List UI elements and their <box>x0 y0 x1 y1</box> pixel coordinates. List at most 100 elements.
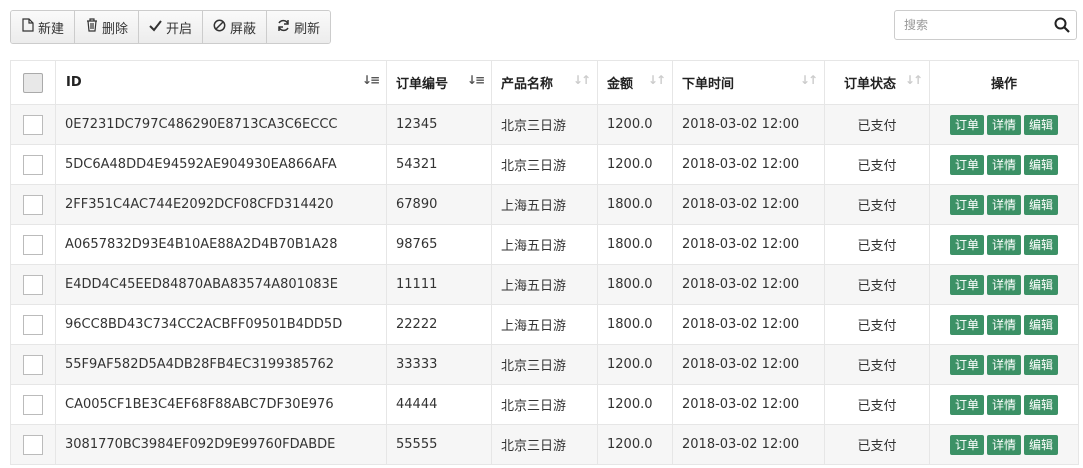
cell-product: 上海五日游 <box>491 264 598 305</box>
detail-button[interactable]: 详情 <box>986 314 1021 335</box>
row-select-cell <box>10 264 56 305</box>
order-button[interactable]: 订单 <box>949 274 984 295</box>
cell-id: 5DC6A48DD4E94592AE904930EA866AFA <box>55 144 387 185</box>
detail-button[interactable]: 详情 <box>986 434 1021 455</box>
order-button[interactable]: 订单 <box>949 194 984 215</box>
row-actions: 订单 详情 编辑 <box>939 314 1069 335</box>
delete-button[interactable]: 删除 <box>75 11 140 43</box>
cell-actions: 订单 详情 编辑 <box>929 104 1079 145</box>
new-button[interactable]: 新建 <box>11 11 76 43</box>
row-actions: 订单 详情 编辑 <box>939 234 1069 255</box>
order-button[interactable]: 订单 <box>949 354 984 375</box>
row-actions: 订单 详情 编辑 <box>939 194 1069 215</box>
row-checkbox[interactable] <box>23 114 43 135</box>
edit-button[interactable]: 编辑 <box>1024 234 1059 255</box>
row-checkbox[interactable] <box>23 194 43 215</box>
cell-product: 北京三日游 <box>491 104 598 145</box>
col-header-order-no[interactable]: 订单编号 ↓≡ <box>386 60 492 105</box>
row-checkbox[interactable] <box>23 274 43 295</box>
cell-time: 2018-03-02 12:00 <box>672 184 825 225</box>
detail-button[interactable]: 详情 <box>986 154 1021 175</box>
col-header-actions: 操作 <box>929 60 1079 105</box>
file-icon <box>21 18 34 36</box>
enable-button[interactable]: 开启 <box>139 11 204 43</box>
row-checkbox[interactable] <box>23 354 43 375</box>
order-button[interactable]: 订单 <box>949 434 984 455</box>
cell-id: A0657832D93E4B10AE88A2D4B70B1A28 <box>55 224 387 265</box>
refresh-button-label: 刷新 <box>294 21 321 37</box>
order-button[interactable]: 订单 <box>949 314 984 335</box>
cell-status: 已支付 <box>824 344 930 385</box>
edit-button[interactable]: 编辑 <box>1024 194 1059 215</box>
detail-button[interactable]: 详情 <box>986 354 1021 375</box>
cell-amount: 1200.0 <box>597 104 673 145</box>
detail-button[interactable]: 详情 <box>986 394 1021 415</box>
col-header-status[interactable]: 订单状态 ↓↑ <box>824 60 930 105</box>
row-select-cell <box>10 184 56 225</box>
edit-button[interactable]: 编辑 <box>1024 434 1059 455</box>
cell-time: 2018-03-02 12:00 <box>672 344 825 385</box>
table-row[interactable]: 0E7231DC797C486290E8713CA3C6ECCC 12345 北京三… <box>10 104 1079 145</box>
detail-button[interactable]: 详情 <box>986 274 1021 295</box>
col-header-amount[interactable]: 金额 ↓↑ <box>597 60 673 105</box>
cell-order-no: 98765 <box>386 224 492 265</box>
search-input[interactable] <box>895 11 1056 39</box>
edit-button[interactable]: 编辑 <box>1024 274 1059 295</box>
row-select-cell <box>10 384 56 425</box>
row-checkbox[interactable] <box>23 314 43 335</box>
row-select-cell <box>10 224 56 265</box>
edit-button[interactable]: 编辑 <box>1024 154 1059 175</box>
row-actions: 订单 详情 编辑 <box>939 434 1069 455</box>
cell-order-no: 12345 <box>386 104 492 145</box>
order-button[interactable]: 订单 <box>949 394 984 415</box>
col-header-product[interactable]: 产品名称 ↓↑ <box>491 60 598 105</box>
cell-status: 已支付 <box>824 104 930 145</box>
cell-time: 2018-03-02 12:00 <box>672 264 825 305</box>
sort-icon: ↓↑ <box>572 73 591 87</box>
row-select-cell <box>10 304 56 345</box>
edit-button[interactable]: 编辑 <box>1024 114 1059 135</box>
col-header-id[interactable]: ID ↓≡ <box>55 60 387 105</box>
table-row[interactable]: 5DC6A48DD4E94592AE904930EA866AFA 54321 北京三… <box>10 144 1079 185</box>
cell-status: 已支付 <box>824 384 930 425</box>
enable-button-label: 开启 <box>166 21 193 37</box>
cell-id: 3081770BC3984EF092D9E99760FDABDE <box>55 424 387 465</box>
cell-status: 已支付 <box>824 144 930 185</box>
select-all-checkbox[interactable] <box>23 72 43 93</box>
table-row[interactable]: A0657832D93E4B10AE88A2D4B70B1A28 98765 上海五… <box>10 224 1079 265</box>
row-checkbox[interactable] <box>23 394 43 415</box>
order-button[interactable]: 订单 <box>949 234 984 255</box>
row-checkbox[interactable] <box>23 434 43 455</box>
order-button[interactable]: 订单 <box>949 114 984 135</box>
cell-amount: 1800.0 <box>597 304 673 345</box>
new-button-label: 新建 <box>38 21 65 37</box>
table-row[interactable]: E4DD4C45EED84870ABA83574A801083E 11111 上海五… <box>10 264 1079 305</box>
cell-order-no: 11111 <box>386 264 492 305</box>
search-icon[interactable] <box>1054 17 1070 33</box>
delete-button-label: 删除 <box>102 21 129 37</box>
cell-order-no: 54321 <box>386 144 492 185</box>
block-button[interactable]: 屏蔽 <box>203 11 268 43</box>
edit-button[interactable]: 编辑 <box>1024 314 1059 335</box>
edit-button[interactable]: 编辑 <box>1024 354 1059 375</box>
table-row[interactable]: CA005CF1BE3C4EF68F88ABC7DF30E976 44444 北京三… <box>10 384 1079 425</box>
col-header-time[interactable]: 下单时间 ↓↑ <box>672 60 825 105</box>
table-row[interactable]: 2FF351C4AC744E2092DCF08CFD314420 67890 上海五… <box>10 184 1079 225</box>
ban-icon <box>213 19 226 36</box>
detail-button[interactable]: 详情 <box>986 234 1021 255</box>
block-button-label: 屏蔽 <box>230 21 257 37</box>
row-checkbox[interactable] <box>23 154 43 175</box>
row-checkbox[interactable] <box>23 234 43 255</box>
edit-button[interactable]: 编辑 <box>1024 394 1059 415</box>
cell-product: 北京三日游 <box>491 384 598 425</box>
table-row[interactable]: 3081770BC3984EF092D9E99760FDABDE 55555 北京三… <box>10 424 1079 465</box>
trash-icon <box>85 18 98 36</box>
table-row[interactable]: 55F9AF582D5A4DB28FB4EC3199385762 33333 北京三… <box>10 344 1079 385</box>
cell-product: 北京三日游 <box>491 144 598 185</box>
row-actions: 订单 详情 编辑 <box>939 154 1069 175</box>
table-row[interactable]: 96CC8BD43C734CC2ACBFF09501B4DD5D 22222 上海五… <box>10 304 1079 345</box>
detail-button[interactable]: 详情 <box>986 114 1021 135</box>
detail-button[interactable]: 详情 <box>986 194 1021 215</box>
refresh-button[interactable]: 刷新 <box>267 11 331 43</box>
order-button[interactable]: 订单 <box>949 154 984 175</box>
